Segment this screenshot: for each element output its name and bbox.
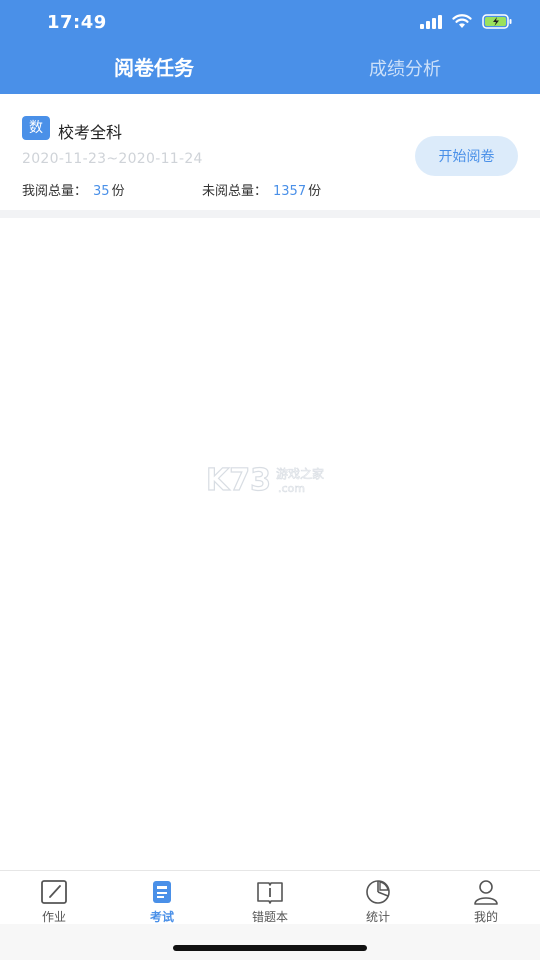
bottom-tab-bar: 作业 考试 错题本 统计 我的 bbox=[0, 870, 540, 924]
unread-unit: 份 bbox=[308, 184, 322, 199]
tabbar-item-exam[interactable]: 考试 bbox=[108, 871, 216, 925]
tabbar-item-statistics[interactable]: 统计 bbox=[324, 871, 432, 925]
section-divider bbox=[0, 210, 540, 218]
tabbar-label: 统计 bbox=[365, 910, 390, 924]
battery-icon bbox=[482, 14, 512, 29]
unread-stat: 未阅总量： 1357 份 bbox=[202, 180, 321, 199]
my-read-unit: 份 bbox=[111, 184, 125, 199]
wifi-icon bbox=[452, 14, 472, 28]
subject-badge: 数 bbox=[22, 116, 50, 140]
tabbar-label: 错题本 bbox=[251, 910, 288, 924]
exam-icon bbox=[153, 881, 171, 903]
tabbar-label: 考试 bbox=[149, 910, 174, 924]
task-date-range: 2020-11-23~2020-11-24 bbox=[22, 151, 203, 167]
app-header: 17:49 阅卷任务 成绩分析 bbox=[0, 0, 540, 94]
status-bar: 17:49 bbox=[0, 0, 540, 48]
task-title: 校考全科 bbox=[58, 123, 123, 142]
k73-logo-icon: K73 游戏之家 .com bbox=[205, 462, 324, 498]
home-indicator-area bbox=[0, 924, 540, 960]
unread-label: 未阅总量： bbox=[202, 184, 268, 199]
tabbar-item-profile[interactable]: 我的 bbox=[432, 871, 540, 925]
status-icons bbox=[420, 14, 512, 29]
unread-count: 1357 bbox=[273, 184, 307, 199]
home-indicator[interactable] bbox=[173, 945, 367, 951]
svg-text:K73: K73 bbox=[206, 465, 271, 495]
start-marking-button[interactable]: 开始阅卷 bbox=[415, 136, 518, 176]
svg-text:.com: .com bbox=[278, 482, 305, 495]
tabbar-label: 我的 bbox=[473, 910, 498, 924]
status-time: 17:49 bbox=[47, 12, 107, 33]
my-read-count: 35 bbox=[93, 184, 110, 199]
my-read-stat: 我阅总量： 35 份 bbox=[22, 180, 125, 199]
tabbar-label: 作业 bbox=[41, 910, 66, 924]
tabbar-item-homework[interactable]: 作业 bbox=[0, 871, 108, 925]
header-tabs: 阅卷任务 成绩分析 bbox=[0, 52, 540, 92]
tab-marking-tasks[interactable]: 阅卷任务 bbox=[114, 52, 194, 81]
tab-score-analysis[interactable]: 成绩分析 bbox=[369, 55, 441, 81]
mistake-book-icon bbox=[257, 882, 283, 904]
my-read-label: 我阅总量： bbox=[22, 184, 88, 199]
statistics-icon bbox=[366, 880, 390, 904]
signal-icon bbox=[420, 14, 442, 29]
profile-icon bbox=[474, 880, 498, 905]
homework-icon bbox=[41, 880, 67, 904]
tabbar-item-mistake-book[interactable]: 错题本 bbox=[216, 871, 324, 925]
svg-text:游戏之家: 游戏之家 bbox=[276, 466, 324, 481]
watermark-logo: K73 游戏之家 .com bbox=[205, 462, 336, 498]
